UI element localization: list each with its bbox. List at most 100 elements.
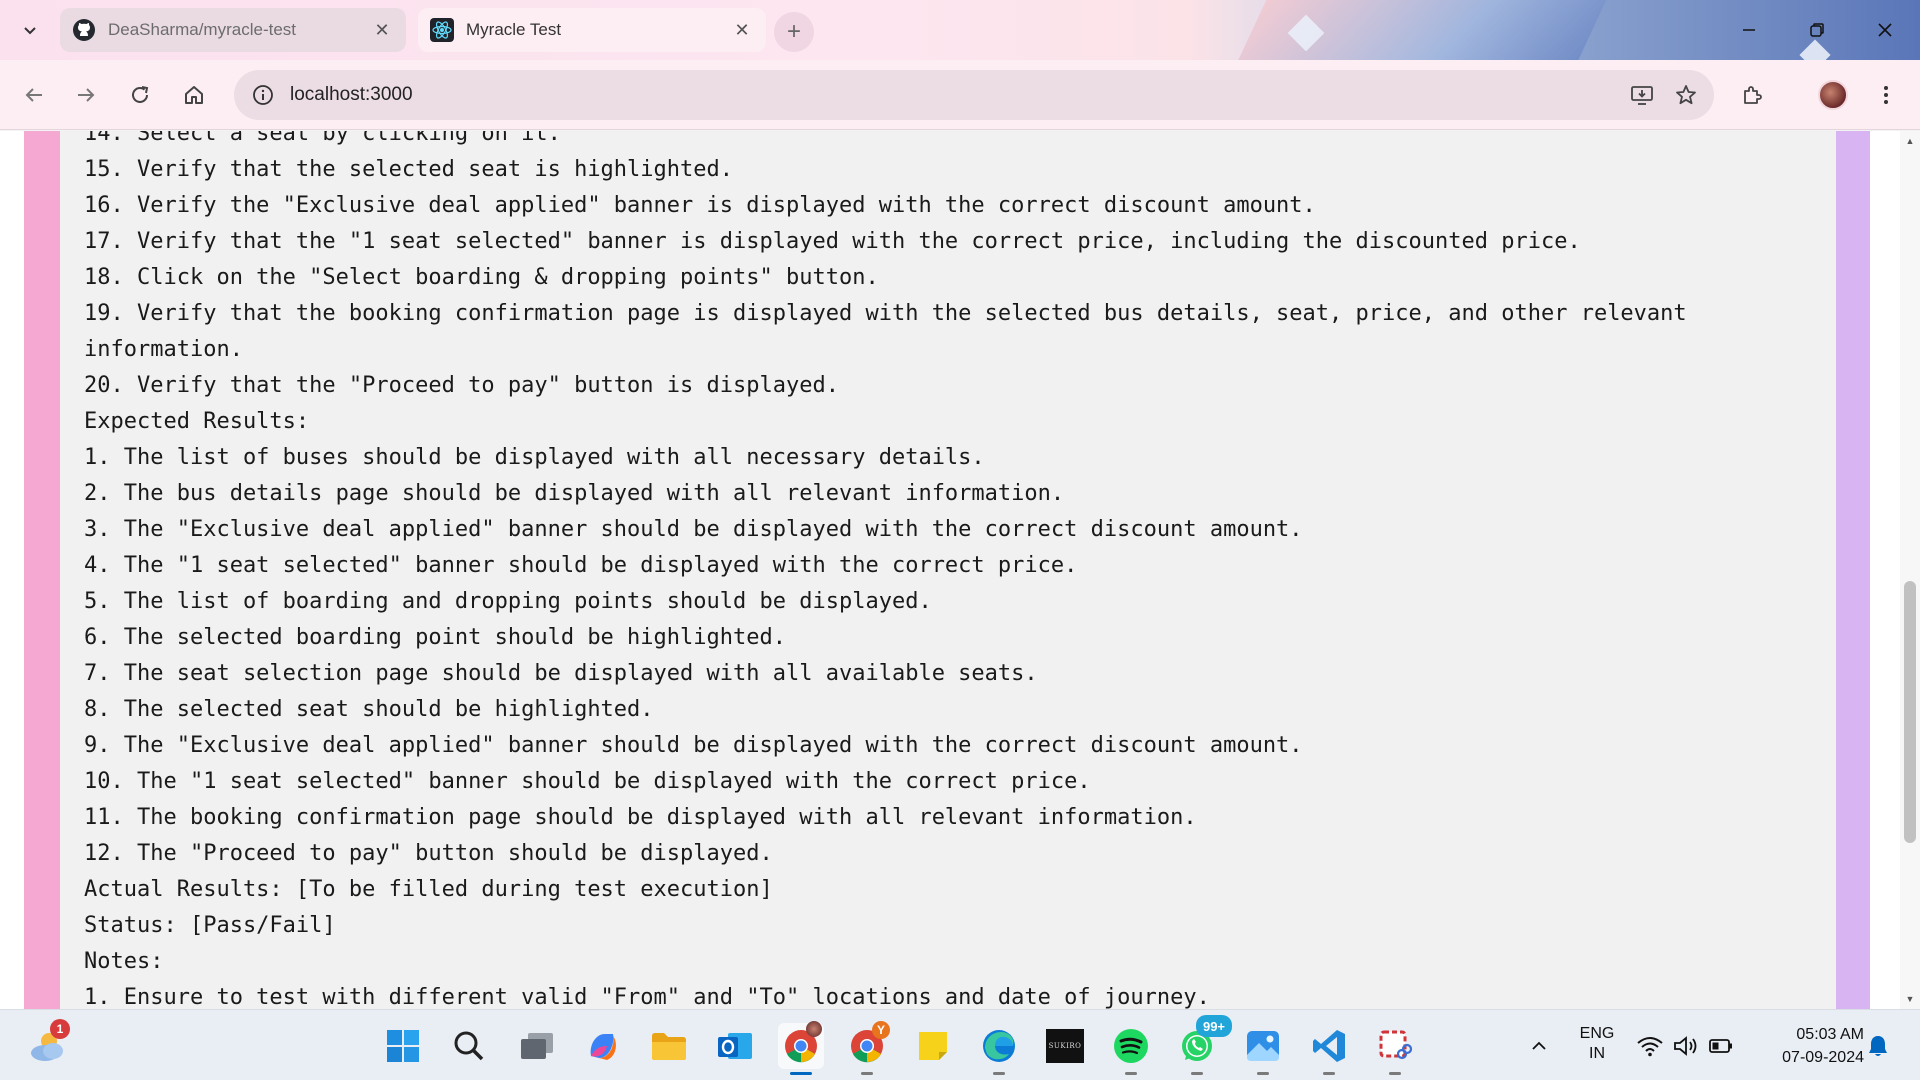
outlook-icon bbox=[718, 1033, 752, 1059]
profile-badge: Y bbox=[872, 1021, 890, 1039]
tab-search-button[interactable] bbox=[12, 12, 48, 48]
document-line: Status: [Pass/Fail] bbox=[84, 913, 336, 938]
start-button[interactable] bbox=[380, 1023, 426, 1069]
site-info-icon[interactable] bbox=[248, 80, 278, 110]
file-explorer-button[interactable] bbox=[646, 1023, 692, 1069]
document-line: 11. The booking confirmation page should… bbox=[84, 805, 1197, 830]
tab-myracle-test[interactable]: Myracle Test ✕ bbox=[418, 8, 766, 52]
folder-icon bbox=[652, 1033, 686, 1060]
notifications-button[interactable] bbox=[1858, 1023, 1898, 1069]
language-label: ENG bbox=[1579, 1025, 1615, 1042]
tab-github[interactable]: DeaSharma/myracle-test ✕ bbox=[60, 8, 406, 52]
chrome-button[interactable] bbox=[778, 1021, 824, 1075]
search-button[interactable] bbox=[446, 1023, 492, 1069]
running-indicator bbox=[993, 1072, 1005, 1075]
document-line: information. bbox=[84, 337, 243, 362]
restore-icon bbox=[1810, 23, 1824, 37]
show-hidden-icons-button[interactable] bbox=[1516, 1023, 1562, 1069]
bookmark-star-icon[interactable] bbox=[1664, 73, 1708, 117]
region-label: IN bbox=[1589, 1045, 1605, 1062]
document-line: 1. Ensure to test with different valid "… bbox=[84, 985, 1210, 1009]
reload-button[interactable] bbox=[118, 73, 162, 117]
whatsapp-button[interactable]: 99+ bbox=[1174, 1015, 1232, 1075]
extensions-button[interactable] bbox=[1730, 73, 1774, 117]
snipping-tool-icon bbox=[1379, 1030, 1412, 1060]
clock-time: 05:03 AM bbox=[1796, 1026, 1864, 1043]
document-line: 6. The selected boarding point should be… bbox=[84, 625, 786, 650]
unread-count-badge: 99+ bbox=[1196, 1015, 1232, 1037]
sticky-notes-button[interactable] bbox=[910, 1023, 956, 1069]
arrow-right-icon bbox=[78, 88, 95, 102]
sticky-note-icon bbox=[919, 1032, 947, 1060]
edge-button[interactable] bbox=[976, 1023, 1022, 1075]
sukiro-app-icon: SUKIRO bbox=[1046, 1029, 1084, 1063]
address-bar[interactable]: localhost:3000 bbox=[234, 70, 1714, 120]
restore-button[interactable] bbox=[1784, 0, 1850, 60]
close-icon bbox=[1878, 23, 1892, 37]
minimize-button[interactable] bbox=[1716, 0, 1782, 60]
document-line: 20. Verify that the "Proceed to pay" but… bbox=[84, 373, 839, 398]
sukiro-app-button[interactable]: SUKIRO bbox=[1042, 1023, 1088, 1069]
github-icon bbox=[72, 18, 96, 42]
bell-icon bbox=[1869, 1036, 1887, 1056]
more-vertical-icon bbox=[1884, 86, 1888, 104]
url-text[interactable]: localhost:3000 bbox=[290, 84, 1620, 106]
quick-settings-button[interactable] bbox=[1630, 1023, 1740, 1069]
home-button[interactable] bbox=[172, 73, 216, 117]
windows-logo-icon bbox=[387, 1030, 419, 1062]
close-icon[interactable]: ✕ bbox=[730, 18, 754, 42]
profile-avatar[interactable] bbox=[1818, 80, 1848, 110]
browser-menu-button[interactable] bbox=[1864, 73, 1908, 117]
chrome-profile-button[interactable]: Y bbox=[844, 1021, 890, 1075]
close-icon[interactable]: ✕ bbox=[370, 18, 394, 42]
document-line: 8. The selected seat should be highlight… bbox=[84, 697, 654, 722]
edge-icon bbox=[983, 1030, 1015, 1062]
scroll-down-arrow-icon[interactable]: ▼ bbox=[1900, 989, 1920, 1009]
tab-title: DeaSharma/myracle-test bbox=[108, 20, 297, 39]
scroll-up-arrow-icon[interactable]: ▲ bbox=[1900, 131, 1920, 151]
snipping-tool-button[interactable] bbox=[1372, 1023, 1418, 1075]
browser-title-bar: DeaSharma/myracle-test ✕ Myracle Test ✕ … bbox=[0, 0, 1920, 60]
puzzle-icon bbox=[1744, 86, 1762, 104]
vscode-button[interactable] bbox=[1306, 1023, 1352, 1075]
outlook-button[interactable] bbox=[712, 1023, 758, 1069]
volume-icon bbox=[1674, 1036, 1697, 1056]
running-indicator bbox=[1125, 1072, 1137, 1075]
document-line: 5. The list of boarding and dropping poi… bbox=[84, 589, 932, 614]
copilot-icon bbox=[590, 1034, 616, 1060]
browser-toolbar: localhost:3000 bbox=[0, 60, 1920, 130]
back-button[interactable] bbox=[12, 73, 56, 117]
web-page: 14. Select a seat by clicking on it. 15. … bbox=[0, 131, 1920, 1009]
forward-button[interactable] bbox=[64, 73, 108, 117]
document-line: 7. The seat selection page should be dis… bbox=[84, 661, 1038, 686]
photos-icon bbox=[1247, 1031, 1279, 1061]
home-icon bbox=[185, 86, 203, 104]
document-line: Expected Results: bbox=[84, 409, 310, 434]
close-window-button[interactable] bbox=[1852, 0, 1918, 60]
document-line: 10. The "1 seat selected" banner should … bbox=[84, 769, 1091, 794]
minimize-icon bbox=[1743, 29, 1755, 31]
new-tab-button[interactable]: + bbox=[774, 12, 814, 52]
document-line: 9. The "Exclusive deal applied" banner s… bbox=[84, 733, 1303, 758]
document-line: Notes: bbox=[84, 949, 164, 974]
weather-widget[interactable]: 1 bbox=[24, 1019, 70, 1069]
document-line: 15. Verify that the selected seat is hig… bbox=[84, 157, 734, 182]
language-indicator[interactable]: ENG IN bbox=[1572, 1024, 1622, 1064]
windows-taskbar: 1 Y SUKIRO 99+ ENG IN 05:03 AM 07-09-202… bbox=[0, 1009, 1920, 1080]
profile-avatar-badge bbox=[806, 1021, 822, 1037]
copilot-button[interactable] bbox=[580, 1023, 626, 1069]
plus-icon: + bbox=[786, 18, 801, 45]
photos-button[interactable] bbox=[1240, 1023, 1286, 1075]
document-line: 1. The list of buses should be displayed… bbox=[84, 445, 985, 470]
system-clock[interactable]: 05:03 AM 07-09-2024 bbox=[1744, 1023, 1864, 1069]
document-line: 18. Click on the "Select boarding & drop… bbox=[84, 265, 879, 290]
running-indicator bbox=[861, 1072, 873, 1075]
scrollbar-thumb[interactable] bbox=[1904, 581, 1916, 843]
spotify-button[interactable] bbox=[1108, 1023, 1154, 1075]
document-line: 12. The "Proceed to pay" button should b… bbox=[84, 841, 773, 866]
install-app-icon[interactable] bbox=[1620, 73, 1664, 117]
document-line: 19. Verify that the booking confirmation… bbox=[84, 301, 1687, 326]
notification-badge: 1 bbox=[50, 1019, 70, 1039]
page-scrollbar[interactable]: ▲ ▼ bbox=[1900, 131, 1920, 1009]
task-view-button[interactable] bbox=[514, 1023, 560, 1069]
